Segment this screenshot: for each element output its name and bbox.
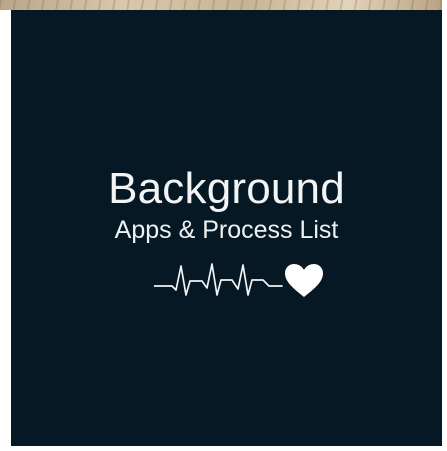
app-splash-card: Background Apps & Process List [11,10,442,446]
screenshot-page: Background Apps & Process List [0,0,447,451]
heart-icon [285,264,323,297]
background-photo-strip [0,0,447,10]
heartbeat-heart-icon [154,263,323,297]
app-title: Background [108,164,345,213]
right-edge-border [442,0,447,451]
heartbeat-line [154,263,283,296]
app-subtitle: Apps & Process List [114,216,339,244]
